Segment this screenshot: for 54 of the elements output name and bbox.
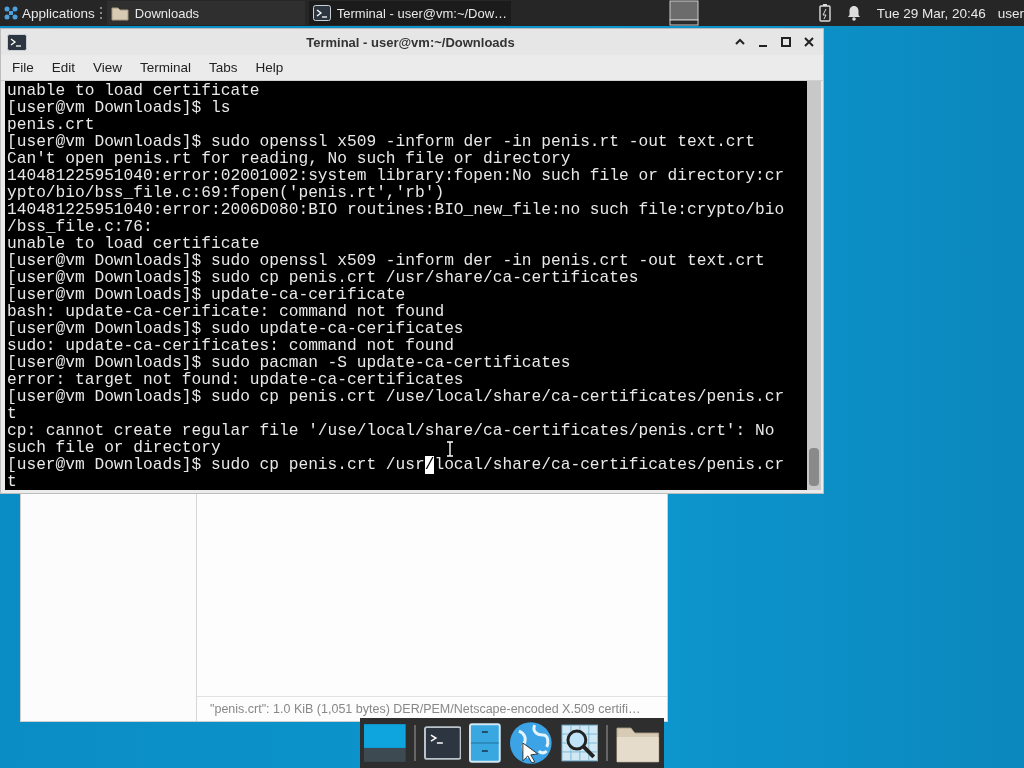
terminal-line: such file or directory	[7, 440, 221, 457]
window-title: Terminal - user@vm:~/Downloads	[305, 34, 516, 50]
terminal-line: [user@vm Downloads]$ sudo cp penis.crt /usr/share/ca-certificates	[7, 270, 639, 287]
separator-icon	[98, 7, 103, 19]
terminal-line: 140481225951040:error:02001002:system library:fopen:No such file or directory:cr	[7, 168, 785, 185]
terminal-line: [user@vm Downloads]$ sudo openssl x509 -inform der -in penis.crt -out text.crt	[7, 253, 765, 270]
terminal-line: ypto/bio/bss_file.c:69:fopen('penis.rt','rb')	[7, 185, 445, 202]
terminal-line: [user@vm Downloads]$ sudo cp penis.crt /use/local/share/ca-certificates/penis.cr	[7, 389, 785, 406]
workspace-switcher-icon[interactable]	[668, 0, 699, 26]
user-menu[interactable]: user	[997, 5, 1024, 21]
terminal-line: [user@vm Downloads]$ sudo pacman -S update-ca-certificates	[7, 355, 571, 372]
terminal-line: /bss_file.c:76:	[7, 219, 153, 236]
terminal-icon	[7, 33, 27, 51]
clock-text[interactable]: Tue 29 Mar, 20:46	[876, 5, 986, 21]
terminal-line: sudo: update-ca-cerificates: command not found	[7, 338, 454, 355]
scrollbar[interactable]	[807, 81, 821, 490]
file-cabinet-icon[interactable]	[469, 723, 502, 763]
text-cursor-icon	[446, 441, 454, 457]
app-menu-icon	[4, 6, 18, 20]
terminal-line: cp: cannot create regular file '/use/local/share/ca-certificates/penis.crt': No	[7, 423, 775, 440]
applications-menu[interactable]: Applications	[0, 5, 97, 21]
terminal-line: [user@vm Downloads]$ sudo cp penis.crt /usr/local/share/ca-certificates/penis.cr	[7, 457, 785, 474]
terminal-line: error: target not found: update-ca-certificates	[7, 372, 464, 389]
menu-item[interactable]: Help	[246, 60, 293, 75]
terminal-line: Can't open penis.rt for reading, No such file or directory	[7, 151, 571, 168]
menu-item[interactable]: View	[84, 60, 132, 75]
search-icon[interactable]	[560, 724, 599, 762]
terminal-icon	[312, 5, 331, 21]
terminal-line: 140481225951040:error:2006D080:BIO routines:BIO_new_file:no such file:crypto/bio	[7, 202, 785, 219]
terminal-line: bash: update-ca-cerificate: command not found	[7, 304, 445, 321]
terminal-line: [user@vm Downloads]$ sudo update-ca-cerificates	[7, 321, 464, 338]
terminal-line: unable to load certificate	[7, 83, 260, 100]
bell-icon	[846, 5, 861, 21]
maximize-icon[interactable]	[780, 36, 792, 48]
menu-item[interactable]: Edit	[42, 60, 85, 75]
menu-item[interactable]: Tabs	[200, 60, 247, 75]
close-icon[interactable]	[803, 36, 815, 48]
terminal-line: penis.crt	[7, 117, 95, 134]
taskbar-button[interactable]: Terminal - user@vm:~/Dow…	[308, 1, 512, 25]
battery-icon	[818, 4, 831, 22]
terminal-icon[interactable]	[423, 726, 462, 760]
terminal-line: [user@vm Downloads]$ update-ca-cerificate	[7, 287, 406, 304]
terminal-line: [user@vm Downloads]$ sudo openssl x509 -inform der -in penis.rt -out text.crt	[7, 134, 755, 151]
taskbar-button[interactable]: Downloads	[106, 1, 305, 25]
menu-item[interactable]: Terminal	[131, 60, 201, 75]
desktop-icon[interactable]	[364, 724, 406, 762]
terminal-line: [user@vm Downloads]$ ls	[7, 100, 231, 117]
terminal-line: t	[7, 474, 17, 490]
globe-icon[interactable]	[509, 721, 553, 765]
menu-item[interactable]: File	[3, 60, 43, 75]
scrollbar-thumb[interactable]	[809, 448, 819, 486]
terminal-line: unable to load certificate	[7, 236, 260, 253]
terminal-line: t	[7, 406, 17, 423]
folder-icon	[110, 5, 129, 21]
